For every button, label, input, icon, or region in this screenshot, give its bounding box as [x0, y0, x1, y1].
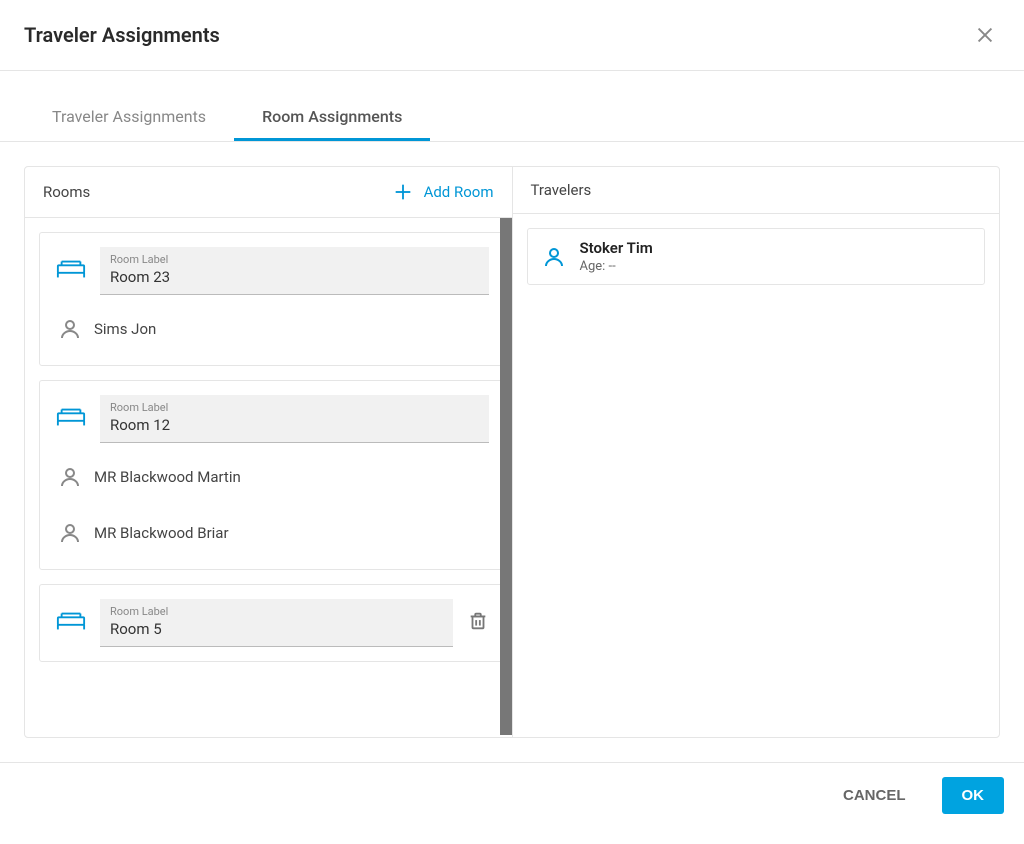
travelers-panel: Travelers Stoker Tim Age: --	[513, 167, 1000, 737]
rooms-panel-title: Rooms	[43, 183, 90, 201]
room-label-input[interactable]: Room Label Room 12	[100, 395, 489, 443]
rooms-scrollbar-thumb[interactable]	[500, 218, 512, 735]
traveler-name: Stoker Tim	[580, 239, 653, 257]
tab-traveler-assignments[interactable]: Traveler Assignments	[24, 95, 234, 141]
traveler-age: Age: --	[580, 259, 653, 274]
travelers-list: Stoker Tim Age: --	[513, 214, 1000, 737]
room-card-header: Room Label Room 23	[56, 247, 489, 295]
room-card[interactable]: Room Label Room 23 Sims Jon	[39, 232, 506, 366]
room-occupant[interactable]: MR Blackwood Briar	[56, 511, 489, 555]
room-label-field-label: Room Label	[110, 401, 479, 414]
person-icon	[58, 521, 82, 545]
close-button[interactable]	[970, 20, 1000, 50]
occupant-name: MR Blackwood Martin	[94, 468, 241, 486]
room-label-field-value: Room 5	[110, 620, 443, 638]
rooms-panel-header: Rooms Add Room	[25, 167, 512, 218]
close-icon	[974, 24, 996, 46]
add-room-button[interactable]: Add Room	[392, 181, 494, 203]
dialog-header: Traveler Assignments	[0, 0, 1024, 71]
rooms-panel: Rooms Add Room Room Label Room 23 Sims Jon…	[25, 167, 512, 737]
room-label-input[interactable]: Room Label Room 23	[100, 247, 489, 295]
plus-icon	[392, 181, 414, 203]
bed-icon	[56, 405, 86, 433]
content-area: Rooms Add Room Room Label Room 23 Sims Jon…	[24, 166, 1000, 738]
person-icon	[542, 245, 566, 269]
room-label-field-label: Room Label	[110, 253, 479, 266]
room-card[interactable]: Room Label Room 5	[39, 584, 506, 662]
tabs: Traveler Assignments Room Assignments	[0, 95, 1024, 142]
rooms-scrollbar[interactable]	[500, 218, 512, 735]
tab-room-assignments[interactable]: Room Assignments	[234, 95, 430, 141]
person-icon	[58, 317, 82, 341]
trash-icon	[467, 610, 489, 632]
room-card-header: Room Label Room 12	[56, 395, 489, 443]
room-occupant[interactable]: Sims Jon	[56, 307, 489, 351]
room-label-field-value: Room 23	[110, 268, 479, 286]
bed-icon	[56, 609, 86, 637]
occupant-name: Sims Jon	[94, 320, 156, 338]
dialog-footer: CANCEL OK	[0, 762, 1024, 828]
occupant-name: MR Blackwood Briar	[94, 524, 229, 542]
bed-icon	[56, 257, 86, 285]
ok-button[interactable]: OK	[942, 777, 1005, 814]
room-occupant[interactable]: MR Blackwood Martin	[56, 455, 489, 499]
person-icon	[58, 465, 82, 489]
room-card-header: Room Label Room 5	[56, 599, 489, 647]
dialog-title: Traveler Assignments	[24, 23, 220, 47]
room-label-field-value: Room 12	[110, 416, 479, 434]
traveler-card[interactable]: Stoker Tim Age: --	[527, 228, 986, 285]
traveler-info: Stoker Tim Age: --	[580, 239, 653, 274]
travelers-panel-header: Travelers	[513, 167, 1000, 214]
rooms-list: Room LabelRoom 23Sims JonRoom LabelRoom …	[25, 218, 512, 690]
room-label-input[interactable]: Room Label Room 5	[100, 599, 453, 647]
room-card[interactable]: Room Label Room 12 MR Blackwood Martin MR B…	[39, 380, 506, 570]
delete-room-button[interactable]	[467, 610, 489, 636]
cancel-button[interactable]: CANCEL	[823, 777, 926, 814]
travelers-panel-title: Travelers	[531, 181, 592, 199]
room-label-field-label: Room Label	[110, 605, 443, 618]
add-room-label: Add Room	[424, 183, 494, 201]
